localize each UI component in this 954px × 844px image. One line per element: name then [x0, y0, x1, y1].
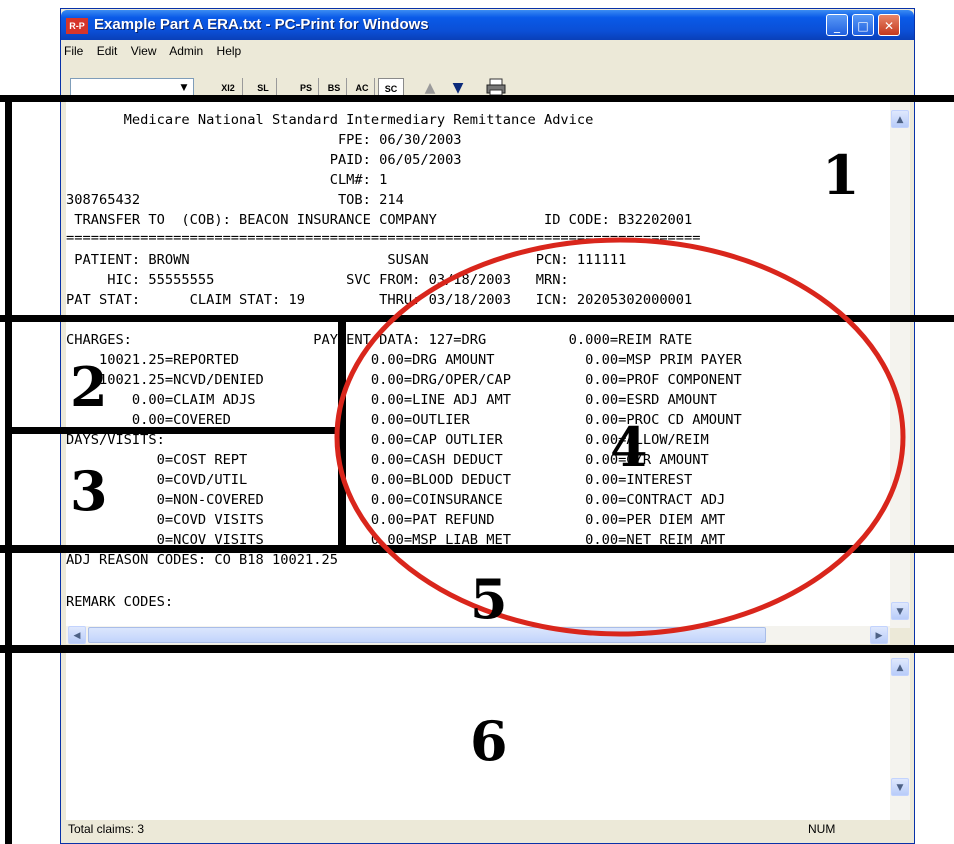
- region-label-1: 1: [822, 143, 860, 207]
- region-label-6: 6: [470, 709, 508, 773]
- region-label-4: 4: [610, 415, 648, 479]
- region-label-2: 2: [70, 355, 108, 419]
- region-label-5: 5: [470, 567, 508, 631]
- region-label-3: 3: [70, 459, 108, 523]
